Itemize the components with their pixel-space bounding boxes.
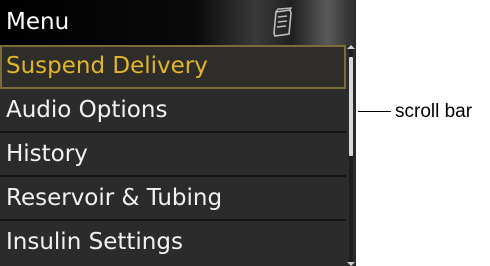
menu-item-suspend-delivery[interactable]: Suspend Delivery	[0, 45, 346, 89]
menu-item-label: History	[6, 141, 88, 167]
menu-item-label: Reservoir & Tubing	[6, 185, 223, 211]
notepad-icon	[270, 7, 296, 39]
menu-item-label: Audio Options	[6, 97, 168, 123]
menu-header: Menu	[0, 0, 356, 45]
menu-item-audio-options[interactable]: Audio Options	[0, 89, 346, 133]
page-title: Menu	[6, 9, 70, 35]
menu-item-reservoir-tubing[interactable]: Reservoir & Tubing	[0, 177, 346, 221]
menu-item-history[interactable]: History	[0, 133, 346, 177]
menu-item-insulin-settings[interactable]: Insulin Settings	[0, 221, 346, 263]
callout-line	[358, 111, 391, 112]
menu-list: Suspend Delivery Audio Options History R…	[0, 45, 346, 266]
scroll-thumb[interactable]	[349, 57, 353, 156]
scroll-track	[349, 49, 353, 262]
menu-item-label: Suspend Delivery	[6, 53, 208, 79]
scroll-down-arrow-icon	[347, 262, 355, 266]
menu-item-label: Insulin Settings	[6, 229, 183, 255]
scroll-bar-callout-label: scroll bar	[395, 101, 473, 122]
scroll-bar[interactable]	[346, 45, 356, 266]
pump-screen: Menu Suspend Delivery Audio Options Hist…	[0, 0, 356, 266]
